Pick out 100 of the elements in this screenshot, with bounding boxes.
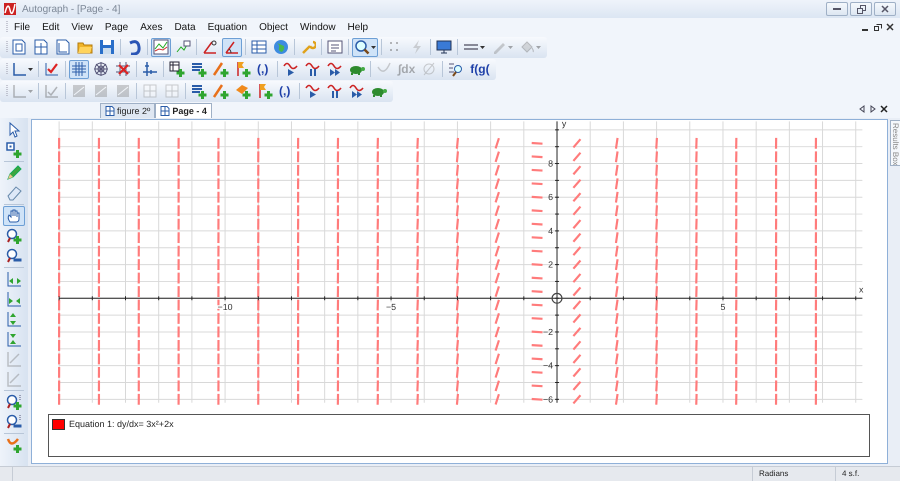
axes-stretch-icon: [6, 351, 22, 367]
save-button[interactable]: [97, 38, 117, 56]
plane-plus-icon: [235, 83, 251, 99]
wave-play-icon: [283, 61, 299, 77]
shrink-x-icon: [6, 291, 22, 307]
tick-label: 5: [720, 302, 726, 312]
circle-slash-icon: [421, 61, 438, 77]
monitor-button[interactable]: [434, 38, 454, 56]
status-angle-mode: Radians: [752, 467, 835, 481]
angle-arc-button[interactable]: [222, 38, 242, 56]
grid-cross-icon: [115, 61, 131, 77]
menu-item[interactable]: Window: [294, 22, 342, 32]
close-icon[interactable]: [886, 23, 894, 31]
grid-box-icon: [164, 83, 180, 99]
globe-icon: [273, 39, 289, 55]
menu-item[interactable]: Data: [168, 22, 202, 32]
magnifier-icon: [354, 39, 370, 55]
eraser-icon: [6, 185, 22, 201]
formula-button[interactable]: f(g(: [468, 60, 492, 78]
page-tab[interactable]: figure 2º: [100, 103, 156, 118]
restore-button[interactable]: [850, 2, 872, 16]
monitor-icon: [436, 39, 452, 55]
minimize-icon: [833, 8, 841, 10]
axis-label: x: [859, 284, 864, 294]
wave-pause-icon: [305, 61, 321, 77]
tick-label: −5: [386, 302, 396, 312]
menu-item[interactable]: Axes: [134, 22, 168, 32]
page-icon: [105, 106, 115, 116]
stretch-x-icon: [6, 271, 22, 287]
wave-fast-forward-icon: [327, 61, 343, 77]
angle-arc-icon: [224, 39, 240, 55]
list-magnifier-icon: [448, 61, 464, 77]
equation-plus-icon: [191, 83, 207, 99]
equation-plus-icon: [191, 61, 207, 77]
axes-scale-button[interactable]: [140, 60, 160, 78]
point-plus-icon: [6, 142, 22, 158]
magnifier-button[interactable]: [352, 38, 378, 56]
flag-plus-icon: [257, 83, 273, 99]
page-graph-icon: [55, 39, 71, 55]
menu-item[interactable]: View: [65, 22, 99, 32]
pencil-icon: [6, 165, 22, 181]
grid-cross-button[interactable]: [113, 60, 133, 78]
document-icon: [11, 39, 27, 55]
zoom-in-scale-icon: [6, 394, 22, 410]
grid-button[interactable]: [69, 60, 89, 78]
tick-label: 2: [548, 260, 554, 270]
scroll-right-icon[interactable]: [869, 105, 877, 113]
wave-play-icon: [305, 83, 321, 99]
close-icon: [881, 5, 889, 13]
grid-box-icon: [142, 83, 158, 99]
app-logo-icon: [4, 3, 16, 15]
shaded-axes-icon: [71, 83, 87, 99]
shaded-axes-icon: [115, 83, 131, 99]
formula-button[interactable]: (,): [277, 82, 296, 100]
line-graph-icon: [153, 39, 169, 55]
menu-item[interactable]: File: [8, 22, 36, 32]
line-plus-button[interactable]: [211, 82, 231, 100]
zoom-in-icon: [6, 228, 22, 244]
menu-item[interactable]: Object: [253, 22, 294, 32]
stretch-y-icon: [6, 311, 22, 327]
restore-icon[interactable]: [874, 23, 882, 31]
angle-icon: [202, 39, 218, 55]
formula-button[interactable]: (,): [255, 60, 274, 78]
wrench-icon: [300, 39, 316, 55]
tick-label: 8: [548, 158, 554, 168]
scroll-left-icon[interactable]: [858, 105, 866, 113]
menu-item[interactable]: Equation: [202, 22, 254, 32]
table-plus-button[interactable]: [167, 60, 187, 78]
globe-button[interactable]: [271, 38, 291, 56]
hand-icon: [6, 208, 22, 224]
table-icon: [251, 39, 267, 55]
tick-label: −6: [542, 394, 554, 404]
text-box-button[interactable]: [325, 38, 345, 56]
flag-plus-icon: [235, 61, 251, 77]
zoom-out-scale-icon: [6, 414, 22, 430]
text-box-icon: [327, 39, 343, 55]
close-icon[interactable]: [880, 105, 888, 113]
close-button[interactable]: [874, 2, 896, 16]
polar-grid-button[interactable]: [91, 60, 111, 78]
page-tab[interactable]: Page - 4: [155, 103, 212, 118]
axes-scale-icon: [142, 61, 158, 77]
hand-button[interactable]: [3, 206, 25, 226]
line-plus-icon: [213, 83, 229, 99]
line-graph-button[interactable]: [151, 38, 171, 56]
menu-item[interactable]: Edit: [36, 22, 66, 32]
restore-icon: [856, 4, 866, 14]
shrink-y-icon: [6, 331, 22, 347]
axes-icon: [11, 83, 27, 99]
menu-item[interactable]: Page: [98, 22, 134, 32]
table-button[interactable]: [249, 38, 269, 56]
menu-item[interactable]: Help: [342, 22, 374, 32]
tick-label: 4: [548, 226, 554, 236]
grid-icon: [71, 61, 87, 77]
polar-grid-icon: [93, 61, 109, 77]
page-icon: [160, 106, 170, 116]
minimize-button[interactable]: [826, 2, 848, 16]
origin-marker: [552, 292, 563, 304]
paint-bucket-icon: [519, 39, 535, 55]
save-icon: [99, 39, 115, 55]
tick-label: 6: [548, 192, 554, 202]
